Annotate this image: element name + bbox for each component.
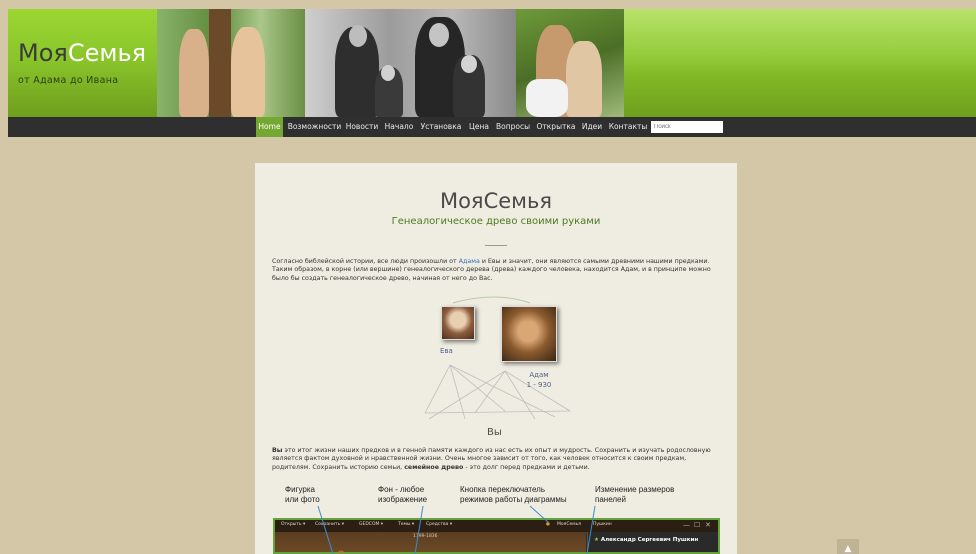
callout-resize: Изменение размеров панелей bbox=[595, 485, 674, 504]
callout-resize-line2: панелей bbox=[595, 494, 626, 504]
callout-figure-line1: Фигурка bbox=[285, 485, 315, 494]
app-panel-title: ★ Александр Сергеевич Пушкин bbox=[594, 537, 698, 543]
nav-item-ideas[interactable]: Идеи bbox=[580, 117, 604, 137]
header-photo-children bbox=[516, 9, 624, 117]
chevron-up-icon: ▲ bbox=[844, 544, 852, 554]
outro-bold-tree: семейное древо bbox=[404, 463, 464, 471]
maximize-icon[interactable]: ☐ bbox=[694, 521, 700, 529]
outro-text-tail: - это долг перед предками и детьми. bbox=[463, 463, 590, 471]
main-navigation: Home Возможности Новости Начало Установк… bbox=[8, 117, 976, 137]
page-frame: МояСемья от Адама до Ивана Home Возможно… bbox=[8, 9, 976, 554]
outro-bold-you: Вы bbox=[272, 447, 283, 454]
nav-item-install[interactable]: Установка bbox=[418, 117, 464, 137]
app-toolbar: Открыть ▾ Сохранить ▾ GEDCOM ▾ Темы ▾ Ср… bbox=[275, 520, 718, 532]
callout-mode-line2: режимов работы диаграммы bbox=[460, 494, 567, 504]
header-photo-family bbox=[305, 9, 516, 117]
logo-text-dark: Моя bbox=[18, 39, 68, 67]
star-icon: ★ bbox=[594, 537, 601, 543]
nav-item-faq[interactable]: Вопросы bbox=[494, 117, 532, 137]
page-subtitle: Генеалогическое древо своими руками bbox=[391, 216, 601, 227]
search-input[interactable] bbox=[651, 121, 723, 133]
site-header: МояСемья от Адама до Ивана bbox=[8, 9, 976, 117]
app-year-range: 1799-1836 bbox=[413, 534, 438, 539]
callout-mode-line1: Кнопка переключатель bbox=[460, 485, 546, 494]
nav-item-home[interactable]: Home bbox=[256, 117, 283, 137]
eva-label: Ева bbox=[440, 347, 453, 355]
title-divider bbox=[485, 245, 507, 246]
minimize-icon[interactable]: — bbox=[683, 521, 690, 529]
app-person-panel: ★ Александр Сергеевич Пушкин bbox=[587, 532, 718, 552]
callout-background-line2: изображение bbox=[378, 494, 428, 504]
nav-item-price[interactable]: Цена bbox=[467, 117, 491, 137]
callout-figure-line2: или фото bbox=[285, 494, 320, 504]
nav-item-features[interactable]: Возможности bbox=[287, 117, 342, 137]
header-photo-adam-eve bbox=[157, 9, 305, 117]
app-brand: МояСемья bbox=[557, 522, 582, 527]
close-icon[interactable]: ✕ bbox=[705, 521, 711, 529]
app-panel-person-name: Александр Сергеевич Пушкин bbox=[600, 537, 699, 543]
intro-text-start: Согласно библейской истории, все люди пр… bbox=[272, 258, 459, 265]
nav-item-news[interactable]: Новости bbox=[344, 117, 380, 137]
callout-figure: Фигурка или фото bbox=[285, 485, 320, 504]
app-screenshot: Открыть ▾ Сохранить ▾ GEDCOM ▾ Темы ▾ Ср… bbox=[273, 518, 720, 554]
adam-link[interactable]: Адама bbox=[459, 258, 480, 265]
adam-label: Адам bbox=[529, 371, 549, 379]
eva-portrait[interactable] bbox=[441, 306, 475, 340]
mode-switch-icon[interactable]: ● bbox=[546, 522, 550, 527]
adam-years: 1 - 930 bbox=[526, 381, 552, 389]
site-tagline: от Адама до Ивана bbox=[18, 75, 119, 86]
callout-background: Фон - любое изображение bbox=[378, 485, 427, 504]
app-menu-themes[interactable]: Темы ▾ bbox=[398, 522, 414, 527]
you-label: Вы bbox=[487, 427, 502, 438]
nav-item-contacts[interactable]: Контакты bbox=[607, 117, 649, 137]
intro-paragraph: Согласно библейской истории, все люди пр… bbox=[272, 258, 720, 283]
callout-background-line1: Фон - любое bbox=[378, 485, 425, 494]
callout-mode-switch: Кнопка переключатель режимов работы диагр… bbox=[460, 485, 567, 504]
app-menu-gedcom[interactable]: GEDCOM ▾ bbox=[359, 522, 383, 527]
app-menu-tools[interactable]: Средства ▾ bbox=[426, 522, 452, 527]
logo-text-accent: Семья bbox=[67, 39, 147, 67]
main-content: МояСемья Генеалогическое древо своими ру… bbox=[255, 163, 737, 554]
app-menu-open[interactable]: Открыть ▾ bbox=[281, 522, 305, 527]
app-menu-save[interactable]: Сохранить ▾ bbox=[315, 522, 344, 527]
site-logo[interactable]: МояСемья bbox=[18, 39, 146, 67]
adam-portrait[interactable] bbox=[501, 306, 557, 362]
nav-item-start[interactable]: Начало bbox=[383, 117, 415, 137]
page-title: МояСемья bbox=[439, 189, 553, 213]
callout-resize-line1: Изменение размеров bbox=[595, 485, 675, 494]
outro-paragraph: Вы это итог жизни наших предков и в генн… bbox=[272, 447, 720, 472]
app-person-tab[interactable]: Пушкин bbox=[593, 522, 612, 527]
nav-item-postcard[interactable]: Открытка bbox=[535, 117, 577, 137]
scroll-to-top-button[interactable]: ▲ bbox=[837, 539, 859, 554]
